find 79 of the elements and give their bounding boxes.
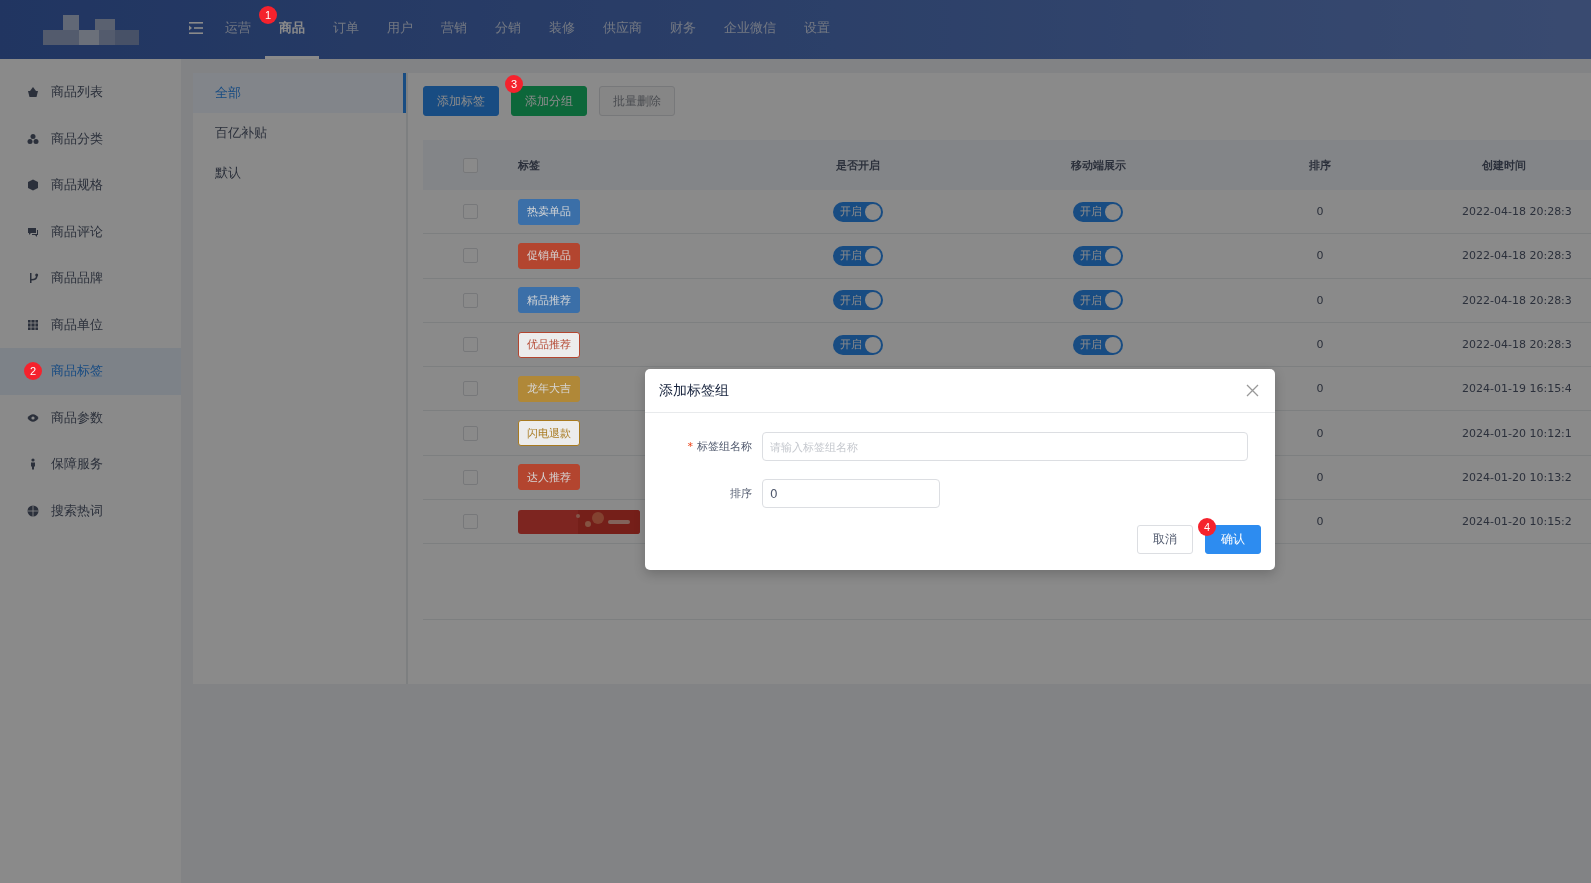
sidebar-item[interactable]: 商品品牌	[0, 255, 181, 302]
comments-icon	[27, 225, 39, 238]
tag-label: 达人推荐	[518, 464, 580, 491]
table-cell: 2022-04-18 20:28:3	[1462, 249, 1572, 263]
sidebar-item[interactable]: 商品单位	[0, 301, 181, 348]
tag-label: 精品推荐	[518, 287, 580, 314]
table-cell: 0	[1316, 515, 1324, 529]
field-label: 排序	[729, 486, 753, 501]
tag-label: 优品推荐	[518, 331, 580, 358]
logo-icon	[42, 14, 139, 45]
sidebar-item[interactable]: 商品参数	[0, 394, 181, 441]
table-cell: 2024-01-20 10:15:2	[1462, 515, 1572, 529]
table-cell: 2024-01-20 10:13:2	[1462, 470, 1572, 484]
nav-tab[interactable]: 供应商	[589, 0, 656, 59]
toggle-switch[interactable]: 开启	[833, 245, 883, 266]
toggle-switch[interactable]: 开启	[1073, 201, 1123, 222]
column-header: 是否开启	[836, 157, 880, 173]
nav-tab[interactable]: 订单	[319, 0, 373, 59]
field-label: * 标签组名称	[686, 439, 753, 454]
table-cell: 2022-04-18 20:28:3	[1462, 338, 1572, 352]
toggle-switch[interactable]: 开启	[1073, 334, 1123, 355]
toggle-switch[interactable]: 开启	[833, 334, 883, 355]
table-cell: 2024-01-19 16:15:4	[1462, 382, 1572, 396]
sidebar-item[interactable]: 商品规格	[0, 162, 181, 209]
column-header: 创建时间	[1482, 157, 1526, 173]
step-badge: 1	[259, 6, 277, 24]
group-item[interactable]: 默认	[193, 153, 406, 193]
nav-tab[interactable]: 用户	[373, 0, 427, 59]
input-field[interactable]: 0	[762, 479, 940, 508]
nav-tab[interactable]: 设置	[790, 0, 844, 59]
step-badge: 4	[1198, 518, 1216, 536]
nav-tab[interactable]: 装修	[535, 0, 589, 59]
sidebar-item[interactable]: 2 商品标签	[0, 348, 181, 395]
table-cell: 0	[1316, 470, 1324, 484]
group-item[interactable]: 百亿补贴	[193, 113, 406, 153]
column-header: 标签	[518, 157, 540, 173]
eye-icon	[27, 411, 39, 424]
toolbar-button[interactable]: 添加标签	[423, 86, 499, 116]
menu-icon[interactable]	[189, 22, 203, 34]
tag-label: 闪电退款	[518, 420, 580, 447]
sidebar-item[interactable]: 商品列表	[0, 69, 181, 116]
table-cell: 0	[1316, 338, 1324, 352]
basket-icon	[27, 86, 39, 99]
grid-icon	[27, 318, 39, 331]
table-cell: 2024-01-20 10:12:1	[1462, 426, 1572, 440]
sidebar-item[interactable]: 商品评论	[0, 208, 181, 255]
tag-label: 促销单品	[518, 242, 580, 269]
dialog-title: 添加标签组	[659, 381, 729, 400]
nav-tab[interactable]: 分销	[481, 0, 535, 59]
nav-tab[interactable]: 营销	[427, 0, 481, 59]
tag-label: 热卖单品	[518, 198, 580, 225]
step-badge: 3	[505, 75, 523, 93]
toggle-switch[interactable]: 开启	[1073, 245, 1123, 266]
toggle-switch[interactable]: 开启	[833, 201, 883, 222]
column-header: 排序	[1309, 157, 1331, 173]
table-cell: 0	[1316, 293, 1324, 307]
sidebar-item[interactable]: 保障服务	[0, 441, 181, 488]
dialog-button[interactable]: 取消	[1137, 525, 1193, 554]
toggle-switch[interactable]: 开启	[1073, 290, 1123, 311]
nav-tab[interactable]: 财务	[656, 0, 710, 59]
sidebar-item[interactable]: 商品分类	[0, 115, 181, 162]
sidebar-item[interactable]: 搜索热词	[0, 487, 181, 534]
table-cell: 0	[1316, 426, 1324, 440]
table-cell: 0	[1316, 382, 1324, 396]
toggle-switch[interactable]: 开启	[833, 290, 883, 311]
basketball-icon	[27, 504, 39, 517]
table-cell: 0	[1316, 205, 1324, 219]
nav-tab[interactable]: 企业微信	[710, 0, 790, 59]
table-cell: 2022-04-18 20:28:3	[1462, 293, 1572, 307]
table-cell: 2022-04-18 20:28:3	[1462, 205, 1572, 219]
close-button[interactable]	[1246, 384, 1259, 397]
group-item[interactable]: 全部	[193, 73, 406, 113]
tag-label: 龙年大吉	[518, 375, 580, 402]
column-header: 移动端展示	[1070, 157, 1126, 173]
step-badge: 2	[24, 362, 42, 381]
table-cell: 0	[1316, 249, 1324, 263]
cubes-icon	[27, 132, 39, 145]
branch-icon	[27, 272, 39, 285]
cube-icon	[27, 179, 39, 192]
